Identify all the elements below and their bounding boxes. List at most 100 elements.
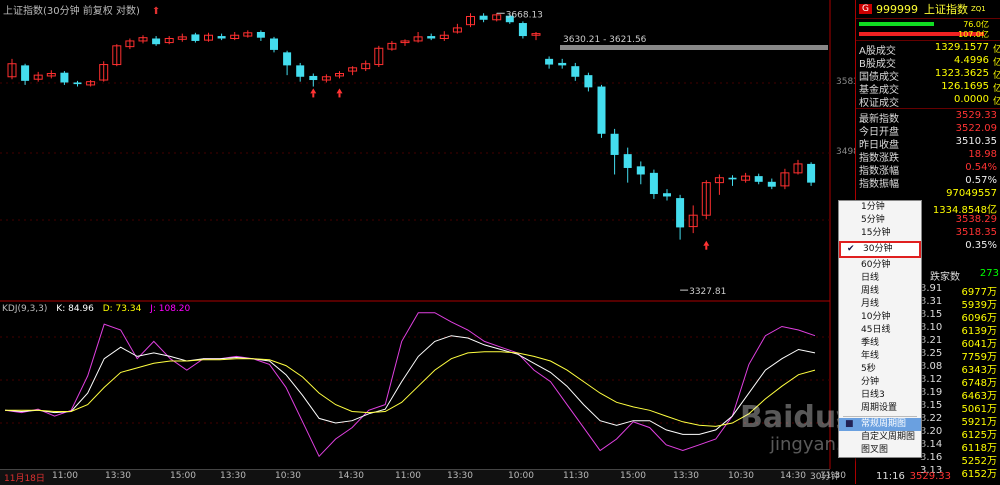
time-tick: 13:30 [673, 471, 699, 481]
period-context-menu: 1分钟 5分钟 15分钟 ✔ 30分钟 60分钟 日线 周线 月线 10分钟 45日线季线年线 5秒分… [838, 200, 922, 458]
index-row: 最新指数 3529.33 [856, 110, 1000, 125]
period-button[interactable]: 30分钟 [810, 469, 839, 482]
stock-tag: ZQ1 [970, 5, 986, 13]
stock-price: 3.12 [920, 374, 943, 385]
candle-down [479, 15, 488, 20]
volume-bar-green: 76.0亿 [856, 19, 1000, 29]
kdj-k: K: 84.96 [56, 304, 94, 314]
row-value: 4.4996 [954, 55, 989, 66]
menu-item-5[interactable]: 日线 [839, 272, 921, 285]
menu-item-15[interactable]: 周期设置 [839, 402, 921, 415]
stock-price: 3.15 [920, 400, 943, 411]
menu-item-17[interactable]: 自定义周期图 [839, 431, 921, 444]
time-tick: 10:00 [508, 471, 534, 481]
stock-price: 3.31 [920, 296, 943, 307]
menu-item-0[interactable]: 1分钟 [839, 201, 921, 214]
turnover-row: 基金成交亿 126.1695 [856, 81, 1000, 96]
menu-item-label: 1分钟 [861, 202, 885, 212]
check-icon: ✔ [847, 244, 855, 254]
range-band [560, 45, 828, 50]
menu-item-6[interactable]: 周线 [839, 285, 921, 298]
candle-down [191, 34, 200, 41]
menu-item-10[interactable]: 季线 [839, 337, 921, 350]
menu-item-16[interactable]: ■ 常规周期图 [839, 418, 921, 431]
menu-item-11[interactable]: 年线 [839, 350, 921, 363]
row-value: 3529.33 [955, 110, 997, 121]
menu-item-1[interactable]: 5分钟 [839, 214, 921, 227]
candle-down [296, 65, 305, 77]
stock-price: 3.16 [920, 452, 943, 463]
candle-down [21, 65, 30, 81]
index-rows: 最新指数 3529.33 今日开盘 3522.09 昨日收盘 3510.35 指数涨跌 18.… [856, 110, 1000, 190]
row-value: 18.98 [968, 149, 997, 160]
candle-down [663, 193, 671, 197]
menu-item-14[interactable]: 日线3 [839, 389, 921, 402]
g-badge[interactable]: G [859, 4, 872, 14]
row-label: 权证成交 [859, 98, 899, 109]
kdj-legend: KDJ(9,3,3) K: 84.96 D: 73.34 J: 108.20 [2, 304, 196, 314]
time-axis: 11月18日 11:00 13:30 15:00 13:30 10:30 14:30 11:0… [0, 469, 846, 485]
row-unit: 亿 [992, 58, 1000, 68]
low-price-label: 3327.81 [689, 287, 726, 297]
menu-item-2[interactable]: 15分钟 [839, 227, 921, 240]
menu-item-label: 周期设置 [861, 403, 898, 413]
candle-down [767, 181, 776, 187]
row-value: 97049557 [946, 188, 997, 199]
menu-item-18[interactable]: 图叉图 [839, 444, 921, 457]
menu-item-13[interactable]: 分钟 [839, 376, 921, 389]
turnover-row: B股成交亿 4.4996 [856, 55, 1000, 70]
kdj-d-line [5, 351, 816, 427]
menu-item-label: 月线 [861, 299, 880, 309]
menu-item-label: 45日线 [861, 325, 891, 335]
stock-price: 3.20 [920, 426, 943, 437]
candle-down [256, 31, 265, 38]
menu-item-label: 图叉图 [861, 445, 889, 455]
row-unit: 亿 [992, 84, 1000, 94]
menu-item-label: 分钟 [861, 377, 880, 387]
high-price-label: 3668.13 [506, 10, 543, 20]
menu-item-8[interactable]: 10分钟 [839, 311, 921, 324]
buy-arrow-icon [703, 240, 710, 246]
candle-down [558, 62, 567, 66]
candle-down [807, 163, 816, 183]
row-value: 1329.1577 [934, 42, 989, 53]
menu-item-label: 5秒 [861, 364, 876, 374]
kdj-name: KDJ(9,3,3) [2, 304, 48, 314]
menu-item-3[interactable]: ✔ 30分钟 [839, 241, 921, 258]
candle-down [73, 82, 82, 85]
menu-item-label: 15分钟 [861, 228, 891, 238]
candle-down [649, 172, 658, 195]
index-row: 指数涨跌 18.98 [856, 149, 1000, 164]
candle-down [597, 86, 606, 134]
menu-item-4[interactable]: 60分钟 [839, 259, 921, 272]
candle-down [427, 36, 436, 39]
menu-item-7[interactable]: 月线 [839, 298, 921, 311]
menu-item-9[interactable]: 45日线 [839, 324, 921, 337]
time-tick: 13:30 [105, 471, 131, 481]
stock-price: 3.25 [920, 348, 943, 359]
time-tick: 11:00 [52, 471, 78, 481]
stock-price: 3.91 [920, 283, 943, 294]
bottom-row: 11:16 3529.33 [856, 471, 1000, 484]
row-value: 0.57% [965, 175, 997, 186]
candle-down [728, 177, 737, 180]
candle-down [584, 75, 593, 88]
candle-down [270, 38, 278, 50]
stock-price: 3.14 [920, 439, 943, 450]
row-value: 3538.29 [955, 214, 997, 225]
stock-price: 3.15 [920, 309, 943, 320]
row-unit: 亿 [992, 97, 1000, 107]
time-tick: 14:30 [338, 471, 364, 481]
kdj-d: D: 73.34 [102, 304, 142, 314]
stock-price: 3.08 [920, 361, 943, 372]
time-tick: 14:30 [780, 471, 806, 481]
time-tick: 15:00 [620, 471, 646, 481]
menu-item-label: 季线 [861, 338, 880, 348]
menu-item-label: 5分钟 [861, 215, 885, 225]
down-count-label: 跌家数 [930, 272, 960, 283]
buy-arrow-icon [336, 88, 343, 94]
green-bar [859, 22, 934, 26]
menu-item-label: 30分钟 [863, 244, 893, 254]
menu-item-12[interactable]: 5秒 [839, 363, 921, 376]
kline-chart[interactable]: 3668.13 3327.81 3630.21 - 3621.56 [0, 0, 855, 469]
